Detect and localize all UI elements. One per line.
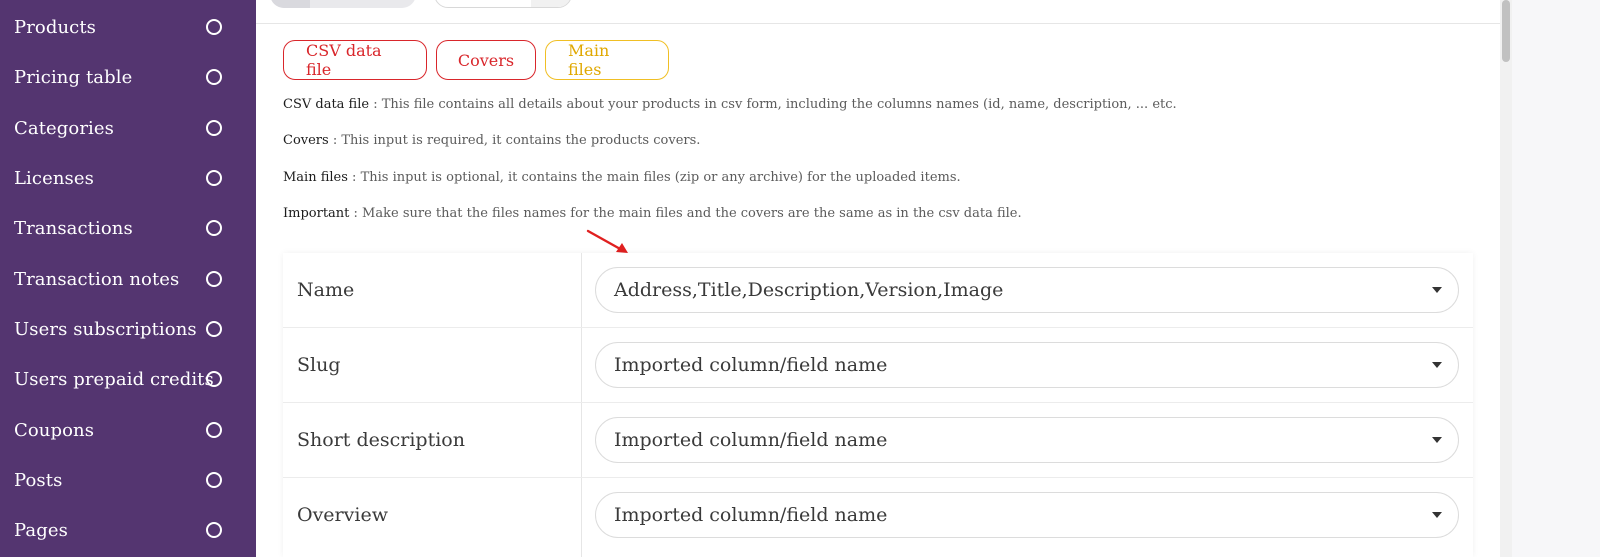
sidebar-item-products[interactable]: Products bbox=[0, 7, 256, 47]
mapping-row-name: Name Address,Title,Description,Version,I… bbox=[283, 253, 1473, 328]
info-term: Important bbox=[283, 206, 350, 221]
info-csv-data-file: CSV data file : This file contains all d… bbox=[283, 97, 1177, 112]
sidebar-item-label: Pages bbox=[14, 519, 68, 541]
field-label: Slug bbox=[297, 354, 341, 376]
sidebar-item-label: Licenses bbox=[14, 167, 94, 189]
sidebar-item-label: Posts bbox=[14, 469, 63, 491]
top-select-control[interactable] bbox=[434, 0, 572, 8]
sidebar-item-label: Users subscriptions bbox=[14, 318, 197, 340]
circle-icon bbox=[206, 220, 222, 236]
sidebar-item-transactions[interactable]: Transactions bbox=[0, 208, 256, 248]
column-select-short-description[interactable]: Imported column/field name bbox=[595, 417, 1459, 463]
mapping-row-short-description: Short description Imported column/field … bbox=[283, 403, 1473, 478]
topbar-divider bbox=[256, 23, 1500, 24]
sidebar-item-label: Transaction notes bbox=[14, 268, 180, 290]
info-text: : This file contains all details about y… bbox=[369, 97, 1177, 112]
field-mapping-table: Name Address,Title,Description,Version,I… bbox=[283, 253, 1473, 557]
column-select-slug[interactable]: Imported column/field name bbox=[595, 342, 1459, 388]
field-label: Short description bbox=[297, 429, 465, 451]
circle-icon bbox=[206, 371, 222, 387]
sidebar-item-licenses[interactable]: Licenses bbox=[0, 158, 256, 198]
sidebar: Products Pricing table Categories Licens… bbox=[0, 0, 256, 557]
info-text: : This input is optional, it contains th… bbox=[347, 170, 961, 185]
info-term: Main files bbox=[283, 170, 348, 185]
sidebar-item-label: Categories bbox=[14, 117, 114, 139]
sidebar-item-pages[interactable]: Pages bbox=[0, 510, 256, 550]
caret-down-icon bbox=[1432, 287, 1442, 293]
select-segment bbox=[531, 0, 571, 7]
sidebar-item-users-prepaid-credits[interactable]: Users prepaid credits bbox=[0, 359, 256, 399]
info-covers: Covers : This input is required, it cont… bbox=[283, 133, 700, 148]
circle-icon bbox=[206, 271, 222, 287]
info-main-files: Main files : This input is optional, it … bbox=[283, 170, 961, 185]
annotation-arrow-icon bbox=[586, 229, 628, 253]
info-text: : Make sure that the files names for the… bbox=[349, 206, 1022, 221]
sidebar-item-label: Users prepaid credits bbox=[14, 368, 214, 390]
caret-down-icon bbox=[1432, 362, 1442, 368]
sidebar-item-label: Transactions bbox=[14, 217, 133, 239]
info-term: CSV data file bbox=[283, 97, 370, 112]
mapping-row-slug: Slug Imported column/field name bbox=[283, 328, 1473, 403]
column-select-name[interactable]: Address,Title,Description,Version,Image bbox=[595, 267, 1459, 313]
mapping-row-overview: Overview Imported column/field name bbox=[283, 478, 1473, 553]
right-gutter bbox=[1512, 0, 1600, 557]
circle-icon bbox=[206, 170, 222, 186]
circle-icon bbox=[206, 19, 222, 35]
caret-down-icon bbox=[1432, 512, 1442, 518]
sidebar-item-label: Products bbox=[14, 16, 97, 38]
circle-icon bbox=[206, 472, 222, 488]
column-select-overview[interactable]: Imported column/field name bbox=[595, 492, 1459, 538]
sidebar-item-transaction-notes[interactable]: Transaction notes bbox=[0, 259, 256, 299]
tab-covers[interactable]: Covers bbox=[436, 40, 536, 80]
circle-icon bbox=[206, 422, 222, 438]
main-content: CSV data file Covers Main files CSV data… bbox=[256, 0, 1500, 557]
sidebar-item-label: Pricing table bbox=[14, 66, 133, 88]
sidebar-item-coupons[interactable]: Coupons bbox=[0, 410, 256, 450]
info-important: Important : Make sure that the files nam… bbox=[283, 206, 1022, 221]
toggle-segment bbox=[270, 0, 310, 8]
circle-icon bbox=[206, 522, 222, 538]
sidebar-item-posts[interactable]: Posts bbox=[0, 460, 256, 500]
tab-csv-data-file[interactable]: CSV data file bbox=[283, 40, 427, 80]
scrollbar-track[interactable] bbox=[1500, 0, 1512, 557]
circle-icon bbox=[206, 69, 222, 85]
info-text: : This input is required, it contains th… bbox=[328, 133, 701, 148]
caret-down-icon bbox=[1432, 437, 1442, 443]
sidebar-item-pricing-table[interactable]: Pricing table bbox=[0, 57, 256, 97]
field-label: Name bbox=[297, 279, 355, 301]
select-value: Address,Title,Description,Version,Image bbox=[614, 279, 1004, 301]
select-value: Imported column/field name bbox=[614, 429, 888, 451]
top-toggle-control[interactable] bbox=[270, 0, 416, 8]
scrollbar-thumb[interactable] bbox=[1502, 0, 1510, 62]
select-value: Imported column/field name bbox=[614, 504, 888, 526]
select-value: Imported column/field name bbox=[614, 354, 888, 376]
sidebar-item-categories[interactable]: Categories bbox=[0, 108, 256, 148]
circle-icon bbox=[206, 120, 222, 136]
info-term: Covers bbox=[283, 133, 329, 148]
sidebar-item-label: Coupons bbox=[14, 419, 95, 441]
circle-icon bbox=[206, 321, 222, 337]
sidebar-item-users-subscriptions[interactable]: Users subscriptions bbox=[0, 309, 256, 349]
field-label: Overview bbox=[297, 504, 388, 526]
tab-main-files[interactable]: Main files bbox=[545, 40, 669, 80]
